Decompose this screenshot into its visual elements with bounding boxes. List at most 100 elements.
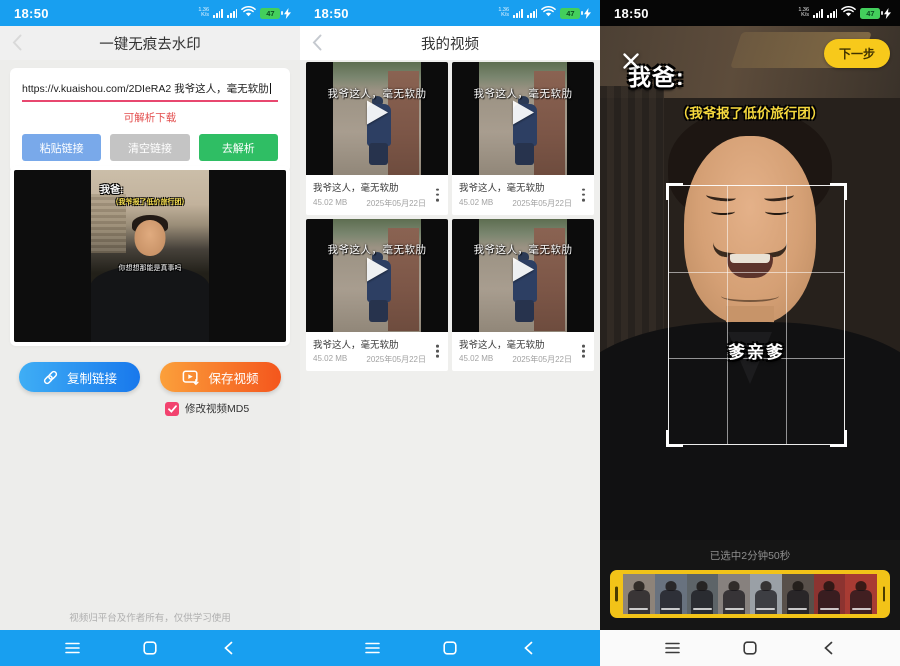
trim-handle-left[interactable] bbox=[615, 587, 618, 602]
parse-hint-text: 可解析下载 bbox=[22, 110, 278, 125]
nav-back-icon[interactable] bbox=[215, 637, 241, 659]
crop-handle-bottom-left[interactable] bbox=[666, 430, 683, 447]
network-speed: 1.36 K/s bbox=[498, 8, 509, 19]
play-icon[interactable] bbox=[511, 100, 535, 131]
video-date: 2025年05月22日 bbox=[366, 354, 426, 365]
back-icon[interactable] bbox=[312, 34, 322, 56]
more-options-icon[interactable] bbox=[434, 186, 441, 203]
nav-back-icon[interactable] bbox=[815, 637, 841, 659]
wifi-icon bbox=[541, 4, 556, 22]
charging-bolt-icon bbox=[884, 8, 891, 19]
home-icon[interactable] bbox=[437, 637, 463, 659]
filmstrip-frame bbox=[655, 574, 687, 614]
link-input[interactable]: https://v.kuaishou.com/2DIeRA2 我爷这人，毫无软肋 bbox=[22, 81, 278, 102]
video-preview-card: 我爸: （我爷报了低价旅行团） 你想想那能是真事吗 bbox=[10, 166, 290, 346]
video-size: 45.02 MB bbox=[313, 354, 347, 365]
md5-label: 修改视频MD5 bbox=[185, 401, 249, 416]
crop-handle-top-right[interactable] bbox=[830, 183, 847, 200]
signal-icon bbox=[513, 8, 523, 18]
play-icon[interactable] bbox=[365, 256, 389, 287]
back-icon[interactable] bbox=[12, 34, 22, 56]
recents-icon[interactable] bbox=[359, 637, 385, 659]
check-icon bbox=[168, 405, 177, 413]
save-video-icon bbox=[182, 369, 200, 386]
video-title: 我爷这人，毫无软肋 bbox=[313, 337, 426, 351]
md5-checkbox[interactable] bbox=[165, 402, 179, 416]
timeline-filmstrip[interactable] bbox=[610, 570, 890, 618]
battery-icon: 47 bbox=[560, 8, 591, 19]
paste-link-button[interactable]: 粘贴链接 bbox=[22, 134, 101, 161]
signal-icon bbox=[213, 8, 223, 18]
wifi-icon bbox=[841, 4, 856, 22]
video-preview[interactable]: 我爸: （我爷报了低价旅行团） 你想想那能是真事吗 bbox=[14, 170, 286, 342]
panel-my-videos: 18:50 1.36 K/s 47 我的视频 bbox=[300, 0, 600, 666]
title-bar: 一键无痕去水印 bbox=[0, 26, 300, 60]
video-thumbnail[interactable]: 我爷这人，毫无软肋 bbox=[306, 219, 448, 332]
video-thumbnail[interactable]: 我爷这人，毫无软肋 bbox=[452, 62, 594, 175]
video-card[interactable]: 我爷这人，毫无软肋 我爷这人，毫无软肋 45.02 MB 2025年05月22日 bbox=[306, 219, 448, 372]
video-thumbnail[interactable]: 我爷这人，毫无软肋 bbox=[306, 62, 448, 175]
thumbnail-caption: 我爷这人，毫无软肋 bbox=[456, 242, 590, 257]
clock: 18:50 bbox=[314, 6, 349, 21]
disclaimer-text: 视频归平台及作者所有，仅供学习使用 bbox=[0, 610, 300, 624]
copy-link-button[interactable]: 复制链接 bbox=[19, 362, 140, 392]
crop-handle-top-left[interactable] bbox=[666, 183, 683, 200]
charging-bolt-icon bbox=[584, 8, 591, 19]
video-caption-subtitle: 你想想那能是真事吗 bbox=[91, 263, 209, 273]
video-thumbnail[interactable]: 我爷这人，毫无软肋 bbox=[452, 219, 594, 332]
thumbnail-caption: 我爷这人，毫无软肋 bbox=[310, 242, 444, 257]
clear-link-button[interactable]: 清空链接 bbox=[110, 134, 189, 161]
battery-icon: 47 bbox=[260, 8, 291, 19]
panel-watermark-remover: 18:50 1.36 K/s 47 一键无痕去水印 bbox=[0, 0, 300, 666]
more-options-icon[interactable] bbox=[434, 343, 441, 360]
recents-icon[interactable] bbox=[59, 637, 85, 659]
home-icon[interactable] bbox=[137, 637, 163, 659]
signal-icon-2 bbox=[227, 8, 237, 18]
video-title: 我爷这人，毫无软肋 bbox=[313, 180, 426, 194]
triple-screenshot: 18:50 1.36 K/s 47 一键无痕去水印 bbox=[0, 0, 900, 666]
signal-icon-2 bbox=[827, 8, 837, 18]
video-title: 我爷这人，毫无软肋 bbox=[459, 180, 572, 194]
filmstrip-frame bbox=[845, 574, 877, 614]
crop-handle-bottom-right[interactable] bbox=[830, 430, 847, 447]
editor-video-canvas[interactable]: 我爸: （我爷报了低价旅行团） 爹亲爹 下一步 bbox=[600, 26, 900, 540]
filmstrip-frame bbox=[718, 574, 750, 614]
parse-button[interactable]: 去解析 bbox=[199, 134, 278, 161]
filmstrip-frame bbox=[814, 574, 846, 614]
nav-back-icon[interactable] bbox=[515, 637, 541, 659]
panel-video-editor: 18:50 1.36 K/s 47 bbox=[600, 0, 900, 666]
link-parse-card: https://v.kuaishou.com/2DIeRA2 我爷这人，毫无软肋… bbox=[10, 68, 290, 173]
page-title: 我的视频 bbox=[300, 33, 600, 54]
trim-handle-right[interactable] bbox=[883, 587, 886, 602]
thumbnail-caption: 我爷这人，毫无软肋 bbox=[456, 86, 590, 101]
signal-icon-2 bbox=[527, 8, 537, 18]
thumbnail-caption: 我爷这人，毫无软肋 bbox=[310, 86, 444, 101]
video-card[interactable]: 我爷这人，毫无软肋 我爷这人，毫无软肋 45.02 MB 2025年05月22日 bbox=[306, 62, 448, 215]
video-size: 45.02 MB bbox=[459, 198, 493, 209]
video-date: 2025年05月22日 bbox=[512, 198, 572, 209]
status-bar: 18:50 1.36 K/s 47 bbox=[600, 0, 900, 26]
more-options-icon[interactable] bbox=[580, 186, 587, 203]
save-video-button[interactable]: 保存视频 bbox=[160, 362, 281, 392]
home-icon[interactable] bbox=[737, 637, 763, 659]
filmstrip-frame bbox=[782, 574, 814, 614]
video-caption-name: 我爸: bbox=[100, 181, 123, 196]
video-card[interactable]: 我爷这人，毫无软肋 我爷这人，毫无软肋 45.02 MB 2025年05月22日 bbox=[452, 219, 594, 372]
charging-bolt-icon bbox=[284, 8, 291, 19]
video-size: 45.02 MB bbox=[459, 354, 493, 365]
video-date: 2025年05月22日 bbox=[512, 354, 572, 365]
next-step-button[interactable]: 下一步 bbox=[824, 39, 890, 68]
video-card[interactable]: 我爷这人，毫无软肋 我爷这人，毫无软肋 45.02 MB 2025年05月22日 bbox=[452, 62, 594, 215]
selection-duration-text: 已选中2分钟50秒 bbox=[600, 540, 900, 563]
video-caption-paren: （我爷报了低价旅行团） bbox=[600, 102, 900, 122]
filmstrip-frame bbox=[623, 574, 655, 614]
more-options-icon[interactable] bbox=[580, 343, 587, 360]
recents-icon[interactable] bbox=[659, 637, 685, 659]
video-grid: 我爷这人，毫无软肋 我爷这人，毫无软肋 45.02 MB 2025年05月22日… bbox=[306, 62, 594, 371]
play-icon[interactable] bbox=[365, 100, 389, 131]
crop-frame[interactable]: 爹亲爹 bbox=[668, 185, 845, 445]
play-icon[interactable] bbox=[511, 256, 535, 287]
close-icon[interactable] bbox=[618, 48, 644, 79]
video-size: 45.02 MB bbox=[313, 198, 347, 209]
page-title: 一键无痕去水印 bbox=[0, 33, 300, 54]
